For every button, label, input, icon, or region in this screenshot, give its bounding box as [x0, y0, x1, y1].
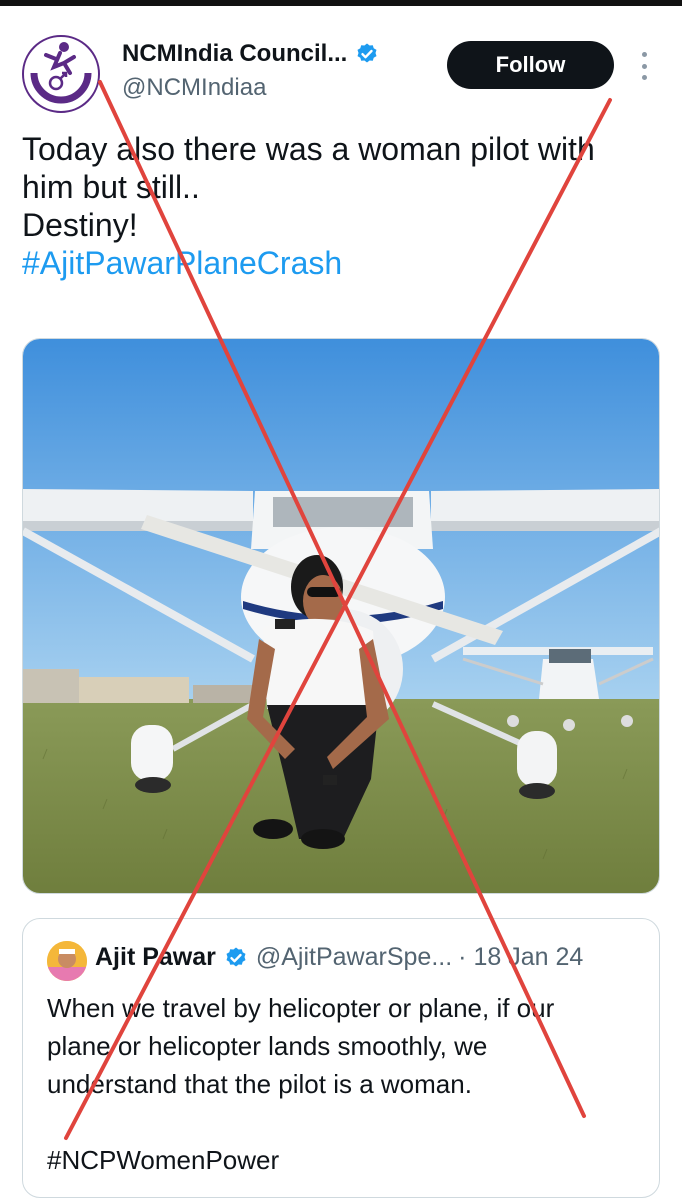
quoted-tweet-card[interactable]: Ajit Pawar @AjitPawarSpe... · 18 Jan 24 …: [22, 918, 660, 1198]
account-handle[interactable]: @NCMIndiaa: [122, 74, 266, 102]
quoted-avatar[interactable]: [47, 941, 87, 981]
follow-button[interactable]: Follow: [447, 41, 614, 89]
quoted-header: Ajit Pawar @AjitPawarSpe... · 18 Jan 24: [95, 943, 583, 972]
quoted-text-line: When we travel by helicopter or plane, i…: [47, 993, 555, 1023]
account-avatar[interactable]: [20, 33, 102, 115]
quoted-text-line: plane or helicopter lands smoothly, we: [47, 1031, 488, 1061]
ncm-logo-icon: [22, 35, 100, 113]
quoted-hashtag[interactable]: #NCPWomenPower: [47, 1141, 647, 1179]
photo-pilot-plane: [23, 339, 659, 893]
quoted-text: When we travel by helicopter or plane, i…: [47, 989, 647, 1179]
tweet-text-line: Destiny!: [22, 207, 138, 243]
tweet-text-line: Today also there was a woman pilot with: [22, 131, 595, 167]
quoted-handle[interactable]: @AjitPawarSpe...: [256, 943, 452, 972]
quoted-text-spacer: [47, 1103, 647, 1141]
account-name-row[interactable]: NCMIndia Council...: [122, 40, 379, 68]
more-vertical-icon[interactable]: [632, 48, 656, 84]
quoted-text-line: understand that the pilot is a woman.: [47, 1069, 472, 1099]
tweet-photo[interactable]: [22, 338, 660, 894]
quoted-name[interactable]: Ajit Pawar: [95, 943, 216, 972]
quoted-date[interactable]: · 18 Jan 24: [458, 943, 583, 972]
tweet-screenshot: NCMIndia Council... @NCMIndiaa Follow To…: [0, 0, 682, 1200]
tweet-text: Today also there was a woman pilot with …: [22, 130, 672, 282]
account-name[interactable]: NCMIndia Council...: [122, 40, 347, 68]
verified-badge-icon: [357, 43, 377, 63]
verified-badge-icon: [226, 947, 246, 966]
hashtag-link[interactable]: #AjitPawarPlaneCrash: [22, 244, 672, 282]
status-bar-edge: [0, 0, 682, 6]
quoted-avatar-image: [47, 941, 87, 981]
tweet-text-line: him but still..: [22, 169, 200, 205]
